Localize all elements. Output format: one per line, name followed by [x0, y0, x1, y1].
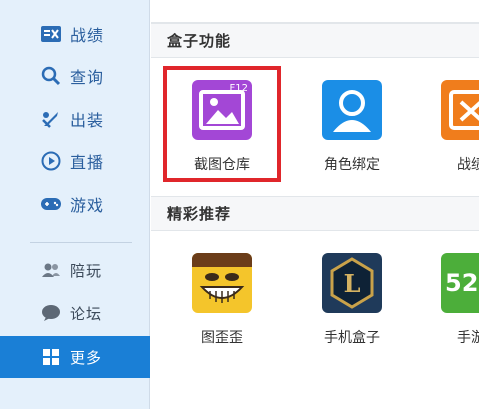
sword-icon [40, 108, 62, 130]
tile-mobile-box[interactable]: L 手机盒子 [302, 253, 402, 347]
id-card-icon [40, 23, 62, 45]
tile-label: 图歪歪 [201, 330, 243, 346]
sidebar-item-record[interactable]: 战绩 [0, 14, 150, 54]
mobile-game-icon: 52 [441, 253, 479, 313]
sidebar-item-forum[interactable]: 论坛 [0, 293, 150, 333]
tile-label: 战绩 [457, 157, 479, 173]
sidebar-item-label: 论坛 [70, 304, 103, 323]
sidebar-item-label: 陪玩 [70, 261, 103, 280]
grid-icon [40, 346, 62, 368]
tile-mobile-game[interactable]: 52 手游 [421, 253, 479, 347]
tile-label: 手游 [457, 330, 479, 346]
sidebar-divider [30, 242, 132, 243]
sidebar-item-search[interactable]: 查询 [0, 56, 150, 96]
sidebar-item-build[interactable]: 出装 [0, 99, 150, 139]
tile-role-binding[interactable]: 角色绑定 [302, 80, 402, 174]
sidebar-item-label: 查询 [70, 68, 105, 87]
sidebar-item-label: 出装 [70, 111, 105, 130]
sidebar-item-label: 战绩 [70, 26, 105, 45]
sidebar-item-label: 游戏 [70, 196, 105, 215]
sidebar-item-label: 直播 [70, 153, 105, 172]
users-icon [40, 259, 62, 281]
sidebar-item-companion[interactable]: 陪玩 [0, 250, 150, 290]
user-bind-icon [322, 80, 382, 140]
chat-bubble-icon [40, 302, 62, 324]
record-icon [441, 80, 479, 140]
sidebar-item-games[interactable]: 游戏 [0, 184, 150, 224]
search-icon [40, 65, 62, 87]
tile-label: 手机盒子 [324, 330, 380, 346]
tile-tuwaiwai[interactable]: 图歪歪 [172, 253, 272, 347]
section-title: 精彩推荐 [167, 205, 232, 223]
sidebar-item-more[interactable]: 更多 [0, 336, 150, 378]
mobile-box-icon: L [322, 253, 382, 313]
section-title: 盒子功能 [167, 32, 232, 50]
logo-number: 52 [445, 269, 479, 297]
highlight-frame [163, 66, 281, 182]
section-header-features: 盒子功能 [151, 23, 479, 58]
main-panel: 盒子功能 F12 截图仓库 角色绑定 战绩 精彩推荐 图歪歪 L 手机盒子 52… [151, 0, 479, 409]
play-icon [40, 150, 62, 172]
gamepad-icon [40, 193, 62, 215]
logo-letter: L [343, 269, 361, 298]
sidebar: 战绩 查询 出装 直播 游戏 陪玩 论坛 更多 [0, 0, 150, 409]
tile-record[interactable]: 战绩 [421, 80, 479, 174]
cartoon-face-icon [192, 253, 252, 313]
sidebar-item-live[interactable]: 直播 [0, 141, 150, 181]
section-header-recommend: 精彩推荐 [151, 196, 479, 231]
tile-label: 角色绑定 [324, 157, 380, 173]
sidebar-item-label: 更多 [70, 348, 103, 367]
